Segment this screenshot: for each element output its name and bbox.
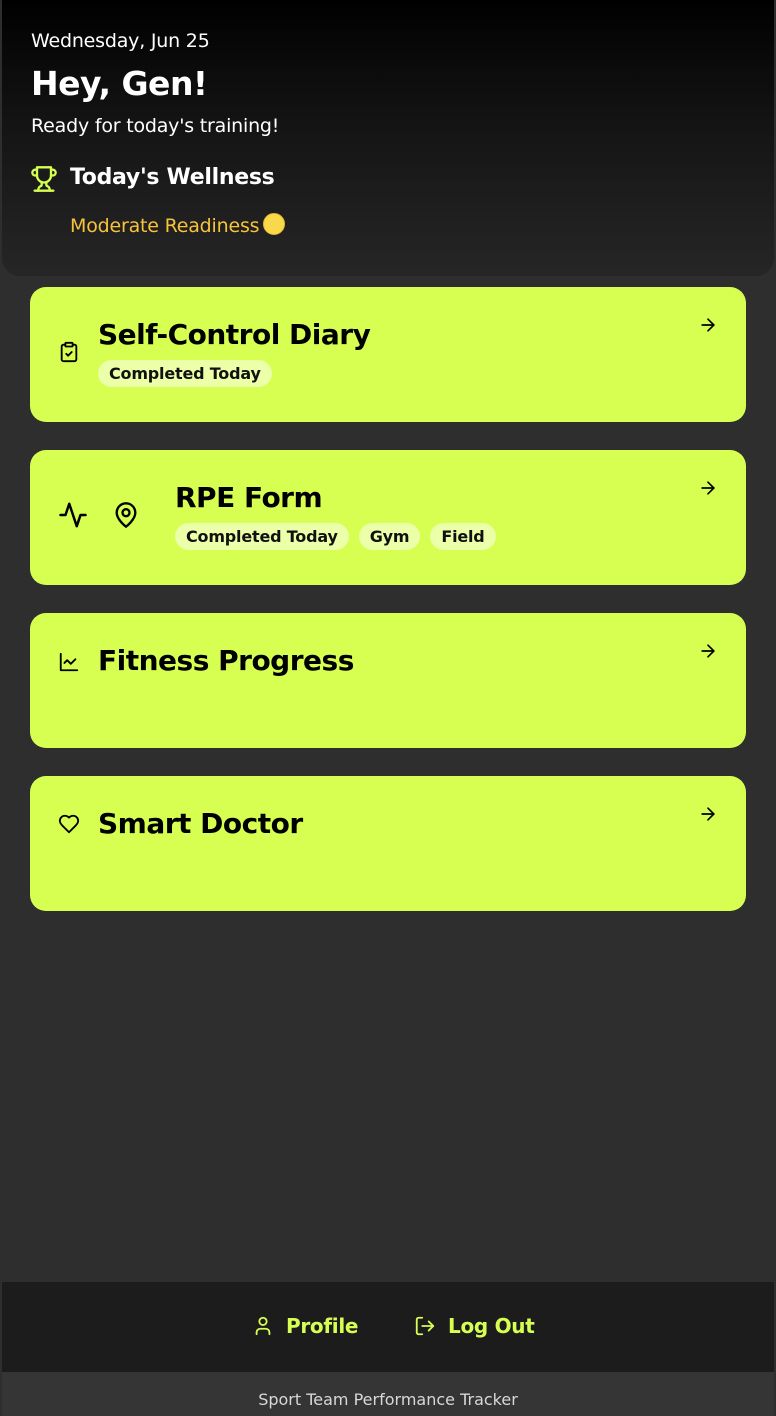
greeting: Hey, Gen!	[31, 64, 208, 103]
card-self-control-diary[interactable]: Self-Control Diary Completed Today	[30, 287, 746, 422]
map-pin-icon	[115, 502, 137, 528]
readiness-text: Moderate Readiness	[70, 215, 260, 237]
tag-list: Completed Today Gym Field	[175, 523, 496, 550]
card-rpe-form[interactable]: RPE Form Completed Today Gym Field	[30, 450, 746, 585]
card-fitness-progress[interactable]: Fitness Progress	[30, 613, 746, 748]
yellow-circle-icon	[263, 213, 286, 235]
location-tag-field: Field	[430, 523, 496, 550]
header: Wednesday, Jun 25 Hey, Gen! Ready for to…	[2, 0, 774, 276]
footer: Sport Team Performance Tracker	[2, 1372, 774, 1416]
line-chart-icon	[59, 652, 79, 672]
heart-icon	[58, 814, 80, 834]
logout-label: Log Out	[448, 1314, 535, 1338]
trophy-icon	[31, 166, 57, 192]
card-title: Fitness Progress	[98, 644, 354, 677]
current-date: Wednesday, Jun 25	[31, 30, 210, 52]
log-out-icon	[415, 1316, 435, 1336]
status-badge: Completed Today	[98, 360, 272, 387]
card-smart-doctor[interactable]: Smart Doctor	[30, 776, 746, 911]
wellness-title: Today's Wellness	[70, 165, 275, 190]
bottom-nav: Profile Log Out	[2, 1282, 774, 1372]
user-icon	[255, 1316, 271, 1336]
arrow-right-icon	[701, 807, 715, 821]
clipboard-check-icon	[60, 341, 78, 363]
footer-text: Sport Team Performance Tracker	[258, 1390, 518, 1409]
card-title: Self-Control Diary	[98, 318, 371, 351]
subtitle: Ready for today's training!	[31, 115, 280, 137]
logout-button[interactable]: Log Out	[414, 1314, 535, 1338]
app-frame: Wednesday, Jun 25 Hey, Gen! Ready for to…	[2, 0, 774, 1416]
location-tag-gym: Gym	[358, 523, 421, 550]
arrow-right-icon	[701, 644, 715, 658]
profile-button[interactable]: Profile	[252, 1314, 358, 1338]
profile-label: Profile	[286, 1314, 359, 1338]
status-badge: Completed Today	[175, 523, 349, 550]
card-title: RPE Form	[175, 481, 323, 514]
activity-icon	[59, 502, 87, 528]
arrow-right-icon	[701, 318, 715, 332]
card-title: Smart Doctor	[98, 807, 303, 840]
tag-list: Completed Today	[98, 360, 272, 387]
readiness-status: Moderate Readiness	[70, 213, 286, 237]
arrow-right-icon	[701, 481, 715, 495]
